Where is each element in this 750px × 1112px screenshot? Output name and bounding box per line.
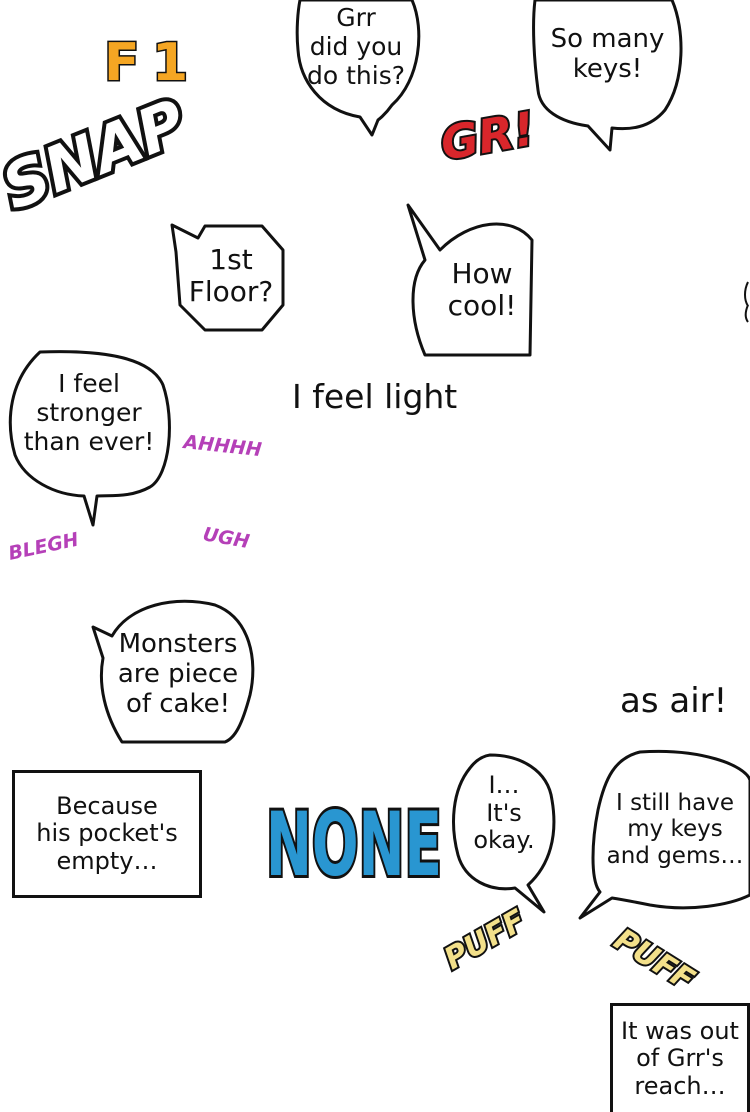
comic-page: .bub { fill: #ffffff; stroke: #111111; s… <box>0 0 750 1112</box>
bubble-line: my keys <box>627 816 723 843</box>
caption-line: his pocket's <box>36 819 178 848</box>
bubble-line: It's <box>486 798 522 827</box>
caption-text-pocket-empty: Because his pocket's empty… <box>36 791 178 876</box>
bubble-line: do this? <box>307 60 405 90</box>
bubble-line: I… <box>488 771 520 799</box>
sfx-ugh: UGH <box>201 523 251 553</box>
bubble-line: cool! <box>447 289 517 323</box>
narration-as-air: as air! <box>620 681 728 721</box>
panel-marker: F 1 <box>103 32 190 95</box>
bubble-text-feel-stronger: I feel stronger than ever! <box>14 369 164 456</box>
panel-marker-number: 1 <box>152 33 188 93</box>
caption-line: reach… <box>634 1071 726 1100</box>
bubble-line: So many <box>550 24 665 54</box>
narration-feel-light: I feel light <box>292 377 458 416</box>
bubble-line: I feel <box>58 369 120 398</box>
bubble-line: 1st <box>209 243 253 276</box>
caption-box-out-of-reach: It was out of Grr's reach… <box>610 1003 750 1112</box>
bubble-text-grr-question: Grr did you do this? <box>302 3 410 90</box>
bubble-line: I still have <box>615 790 734 816</box>
sfx-ahhhh: AHHHH <box>180 431 262 461</box>
bubble-text-first-floor: 1st Floor? <box>176 243 286 309</box>
bubble-line: of cake! <box>125 688 231 719</box>
caption-text-out-of-reach: It was out of Grr's reach… <box>621 1016 739 1101</box>
caption-line: Because <box>56 791 158 820</box>
sfx-snap: SNAP <box>0 85 196 224</box>
bubble-line: did you <box>309 31 403 61</box>
bubble-line: Floor? <box>188 275 274 309</box>
sfx-gr: GR! <box>437 101 539 171</box>
comic-artwork: .bub { fill: #ffffff; stroke: #111111; s… <box>0 0 750 1000</box>
bubble-line: okay. <box>473 826 535 855</box>
sfx-blegh: BLEGH <box>6 529 80 565</box>
bubble-line: and gems… <box>606 842 744 869</box>
bubble-text-its-okay: I… It's okay. <box>458 771 550 855</box>
offscreen-bubble-edge <box>744 281 749 307</box>
bubble-line: Grr <box>336 3 376 32</box>
bubble-line: How <box>451 257 513 290</box>
caption-line: of Grr's <box>636 1044 724 1073</box>
bubble-line: than ever! <box>23 426 155 456</box>
bubble-line: are piece <box>117 658 239 689</box>
bubble-text-so-many-keys: So many keys! <box>540 24 675 85</box>
bubble-line: stronger <box>36 397 142 427</box>
bubble-text-how-cool: How cool! <box>432 257 532 323</box>
bubble-text-monsters: Monsters are piece of cake! <box>108 629 248 720</box>
panel-marker-letter: F <box>104 33 140 93</box>
caption-line: empty… <box>56 846 158 875</box>
caption-box-pocket-empty: Because his pocket's empty… <box>12 770 202 898</box>
bubble-line: keys! <box>572 53 643 84</box>
sfx-puff-1: PUFF <box>439 903 533 977</box>
bubble-line: Monsters <box>118 629 238 659</box>
caption-line: It was out <box>621 1016 739 1045</box>
bubble-text-keys-gems: I still have my keys and gems… <box>600 790 750 869</box>
sfx-none: NONE <box>266 793 442 896</box>
sfx-puff-2: PUFF <box>608 922 701 998</box>
